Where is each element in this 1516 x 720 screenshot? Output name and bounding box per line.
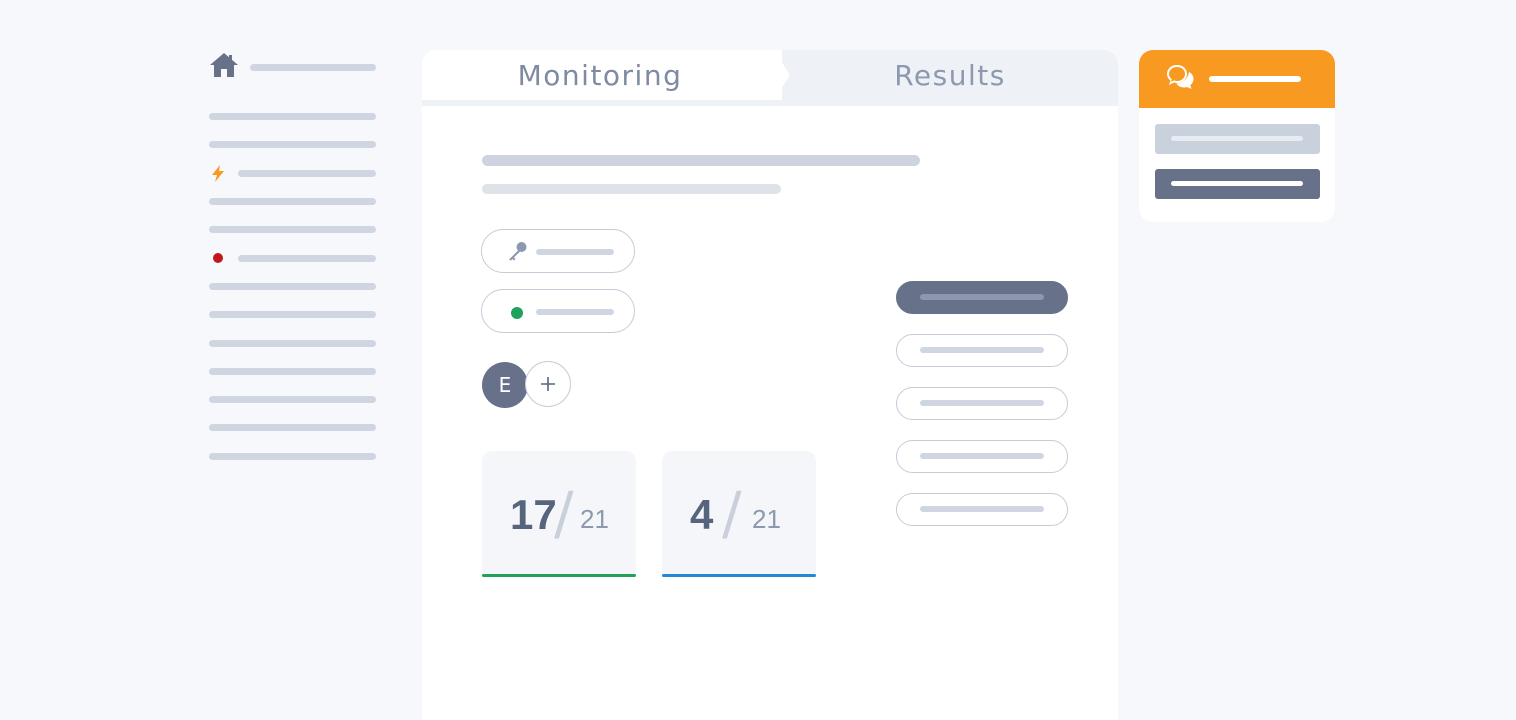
add-member-button[interactable] [525,361,571,407]
sidebar-item-alert[interactable] [238,255,376,262]
sidebar-title-placeholder [250,64,376,71]
bolt-icon [212,165,224,182]
pill-label-placeholder [536,309,614,315]
sidebar [0,0,400,720]
avatar[interactable]: E [482,362,528,408]
option-label-placeholder [920,506,1044,512]
chat-header[interactable] [1139,50,1335,108]
chat-title-placeholder [1209,76,1301,82]
stat-card-passed: 17 / 21 [482,451,636,577]
sidebar-item[interactable] [209,368,376,375]
sidebar-item[interactable] [209,340,376,347]
sidebar-item[interactable] [209,424,376,431]
option-label-placeholder [920,294,1044,300]
pill-label-placeholder [536,249,614,255]
status-pill[interactable] [481,289,635,333]
stat-value: 4 [690,491,714,538]
tab-results[interactable]: Results [782,50,1118,102]
stat-divider: / [554,479,574,547]
stat-card-failed: 4 / 21 [662,451,816,577]
stat-total: 21 [752,504,781,534]
chat-widget [1139,50,1335,222]
sidebar-item[interactable] [209,396,376,403]
sidebar-item[interactable] [209,113,376,120]
option-button[interactable] [896,387,1068,420]
option-label-placeholder [920,400,1044,406]
subheading-placeholder [482,184,781,194]
option-button[interactable] [896,493,1068,526]
main-panel: Monitoring Results E 17 / 21 4 / 21 [422,50,1118,720]
credentials-pill[interactable] [481,229,635,273]
option-button[interactable] [896,334,1068,367]
option-label-placeholder [920,453,1044,459]
sidebar-item[interactable] [209,311,376,318]
chat-secondary-button[interactable] [1155,124,1320,154]
heading-placeholder [482,155,920,166]
tab-monitoring[interactable]: Monitoring [422,50,778,102]
button-label-placeholder [1171,181,1303,186]
sidebar-item[interactable] [209,198,376,205]
option-button[interactable] [896,440,1068,473]
sidebar-item[interactable] [209,283,376,290]
stat-underline [482,574,636,577]
sidebar-item[interactable] [209,226,376,233]
plus-icon [541,377,555,391]
stat-value: 17 [510,491,557,538]
status-online-icon [511,307,523,319]
button-label-placeholder [1171,136,1303,141]
option-label-placeholder [920,347,1044,353]
sidebar-item[interactable] [209,453,376,460]
sidebar-item-featured[interactable] [238,170,376,177]
stat-underline [662,574,816,577]
home-icon[interactable] [209,52,239,78]
chat-bubbles-icon [1167,65,1194,89]
key-icon [509,242,527,261]
red-dot-icon [213,253,223,263]
stat-divider: / [722,479,742,547]
sidebar-item[interactable] [209,141,376,148]
tab-bar: Monitoring Results [422,50,1118,106]
stat-total: 21 [580,504,609,534]
option-button-selected[interactable] [896,281,1068,314]
chat-primary-button[interactable] [1155,169,1320,199]
